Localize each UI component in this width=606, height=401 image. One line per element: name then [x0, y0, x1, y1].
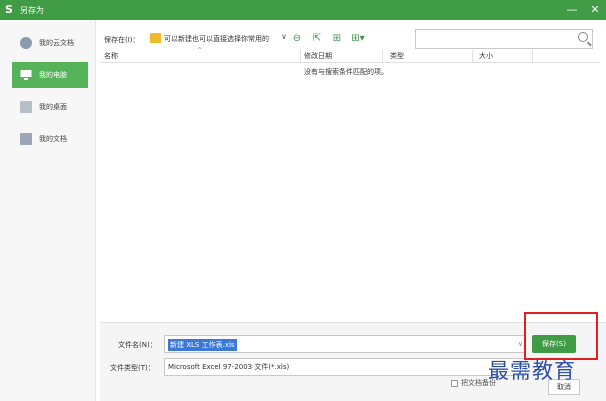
- wps-logo-icon: S: [5, 3, 13, 16]
- filename-input[interactable]: 新建 XLS 工作表.xls: [164, 335, 526, 353]
- cloud-doc-icon: [20, 37, 32, 49]
- column-divider[interactable]: [382, 50, 383, 62]
- filetype-label: 文件类型(T)：: [110, 364, 155, 372]
- filetype-select[interactable]: Microsoft Excel 97-2003 文件(*.xls): [164, 358, 526, 376]
- search-input[interactable]: [415, 29, 593, 49]
- sidebar-item-desktop[interactable]: 我的桌面: [12, 94, 88, 120]
- title-bar: S 另存为 — ✕: [0, 0, 606, 20]
- folder-icon: [20, 133, 32, 145]
- back-icon[interactable]: ⊖: [290, 32, 304, 46]
- sidebar: 我的云文档 我的电脑 我的桌面 我的文档: [0, 20, 96, 401]
- file-list[interactable]: 名称 ^ 修改日期 类型 大小 没有与搜索条件匹配的项。: [100, 47, 600, 320]
- column-divider[interactable]: [532, 50, 533, 62]
- location-path[interactable]: 可以新建也可以直接选择你常用的: [164, 34, 269, 44]
- column-header-date[interactable]: 修改日期: [304, 50, 332, 62]
- desktop-icon: [20, 101, 32, 113]
- filename-label: 文件名(N)：: [118, 341, 157, 349]
- column-header-size[interactable]: 大小: [479, 50, 493, 62]
- sidebar-item-my-documents[interactable]: 我的文档: [12, 126, 88, 152]
- chevron-down-icon[interactable]: ∨: [518, 340, 523, 348]
- folder-icon: [150, 33, 161, 43]
- chevron-down-icon[interactable]: ∨: [281, 32, 287, 41]
- up-folder-icon[interactable]: ⇱: [310, 32, 324, 46]
- sidebar-item-my-computer[interactable]: 我的电脑: [12, 62, 88, 88]
- watermark: 最需教育: [488, 359, 576, 383]
- empty-message: 没有与搜索条件匹配的项。: [304, 68, 388, 76]
- dialog-title: 另存为: [20, 6, 44, 15]
- column-divider[interactable]: [300, 50, 301, 62]
- sidebar-item-label: 我的电脑: [39, 71, 67, 79]
- new-folder-icon[interactable]: ⊞: [330, 32, 344, 46]
- sidebar-item-label: 我的云文档: [39, 39, 74, 47]
- sort-arrow-icon: ^: [197, 47, 203, 54]
- sidebar-item-label: 我的文档: [39, 135, 67, 143]
- backup-checkbox[interactable]: [451, 380, 458, 387]
- column-header-name[interactable]: 名称: [104, 50, 118, 62]
- column-divider[interactable]: [472, 50, 473, 62]
- computer-icon: [20, 69, 32, 81]
- sidebar-item-cloud-docs[interactable]: 我的云文档: [12, 30, 88, 56]
- column-header-type[interactable]: 类型: [390, 50, 404, 62]
- sidebar-item-label: 我的桌面: [39, 103, 67, 111]
- save-button-highlight: [524, 312, 598, 360]
- view-menu-icon[interactable]: ⊞▾: [348, 32, 368, 46]
- minimize-button[interactable]: —: [561, 0, 583, 20]
- close-button[interactable]: ✕: [584, 0, 606, 20]
- filename-value: 新建 XLS 工作表.xls: [168, 339, 237, 351]
- search-icon[interactable]: [578, 32, 588, 42]
- save-in-label: 保存在(I)：: [104, 36, 140, 44]
- header-divider: [100, 62, 600, 63]
